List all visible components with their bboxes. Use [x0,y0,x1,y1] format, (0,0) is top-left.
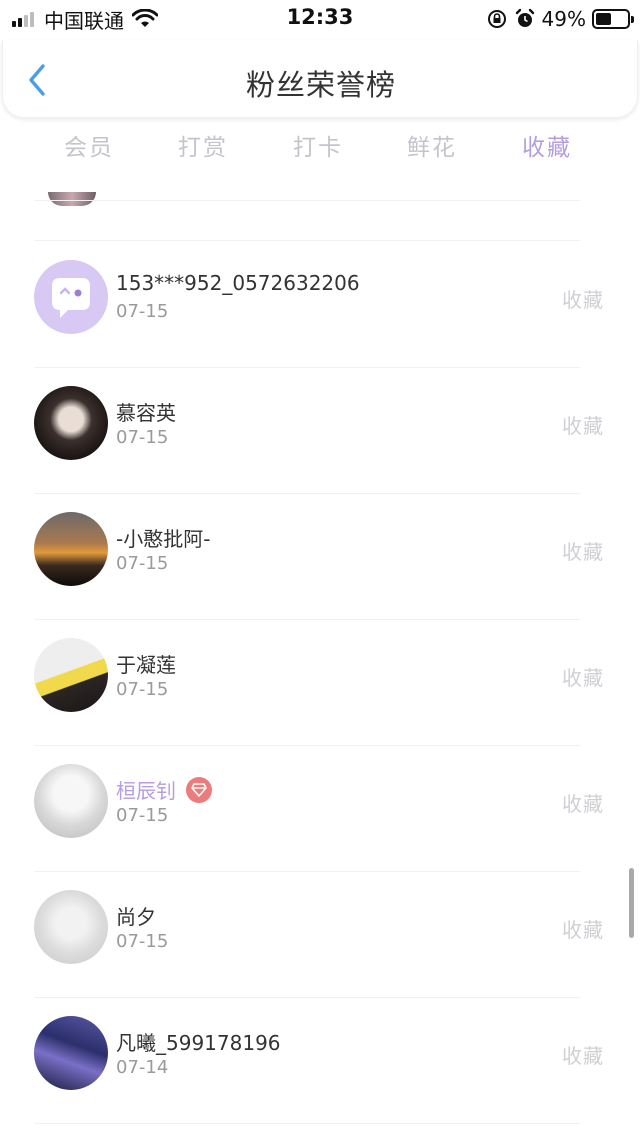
name-line: 慕容英 [116,397,176,426]
favorite-label: 收藏 [562,1044,604,1068]
divider [34,200,580,201]
user-name: 153***952_0572632206 [116,271,360,295]
list-item[interactable]: 153***952_0572632206 07-15 收藏 [0,241,640,367]
name-line: 尚夕 [116,901,156,930]
user-name: 于凝莲 [116,653,176,677]
tab-flowers[interactable]: 鲜花 [387,128,477,162]
avatar [34,638,108,712]
date: 07-15 [116,427,169,448]
avatar [34,764,108,838]
page-title: 粉丝荣誉榜 [245,68,396,102]
favorite-label: 收藏 [562,792,604,816]
battery-percent: 49% [541,7,586,31]
avatar [48,192,96,206]
list-item[interactable]: 尚夕 07-15 收藏 [0,871,640,997]
tab-bar: 会员 打赏 打卡 鲜花 收藏 [0,128,640,172]
date: 07-14 [116,1057,169,1078]
tab-membership[interactable]: 会员 [44,128,134,162]
date: 07-15 [116,805,169,826]
name-line: 凡曦_599178196 [116,1027,281,1056]
favorite-label: 收藏 [562,540,604,564]
user-name: 桓辰钊 [116,779,176,803]
status-bar: 中国联通 12:33 49% [0,0,640,38]
list-item[interactable]: 慕容英 07-15 收藏 [0,367,640,493]
favorite-label: 收藏 [562,666,604,690]
date: 07-15 [116,553,169,574]
name-line: 153***952_0572632206 [116,271,360,295]
scrollbar[interactable] [629,868,634,938]
list-item[interactable]: 凡曦_599178196 07-14 收藏 [0,997,640,1123]
name-line: 桓辰钊 [116,775,212,804]
avatar [34,386,108,460]
avatar [34,260,108,334]
date: 07-15 [116,931,169,952]
avatar [34,890,108,964]
fan-list: 153***952_0572632206 07-15 收藏 慕容英 07-15 … [0,182,640,1138]
list-item[interactable]: 于凝莲 07-15 收藏 [0,619,640,745]
user-name: 凡曦_599178196 [116,1031,281,1055]
alarm-icon [515,8,534,27]
status-right: 49% [486,6,634,32]
name-line: -小憨批阿- [116,523,210,552]
favorite-label: 收藏 [562,414,604,438]
diamond-icon [191,782,207,797]
rotation-lock-icon [487,10,506,28]
chat-bubble-icon [52,278,90,318]
name-line: 于凝莲 [116,649,176,678]
user-name: 尚夕 [116,905,156,929]
tab-tips[interactable]: 打赏 [158,128,248,162]
tab-checkin[interactable]: 打卡 [273,128,363,162]
user-name: -小憨批阿- [116,527,211,551]
diamond-badge-icon [186,776,212,803]
nav-bar: 粉丝荣誉榜 [2,40,638,118]
favorite-label: 收藏 [562,918,604,942]
date: 07-15 [116,301,169,322]
date: 07-15 [116,679,169,700]
divider [34,1123,580,1124]
avatar [34,512,108,586]
favorite-label: 收藏 [562,288,604,312]
tab-favorites[interactable]: 收藏 [502,128,592,162]
list-item[interactable]: -小憨批阿- 07-15 收藏 [0,493,640,619]
battery-fill [596,13,611,25]
battery-icon [592,9,634,29]
avatar [34,1016,108,1090]
list-item[interactable]: 桓辰钊 07-15 收藏 [0,745,640,871]
user-name: 慕容英 [116,401,176,425]
